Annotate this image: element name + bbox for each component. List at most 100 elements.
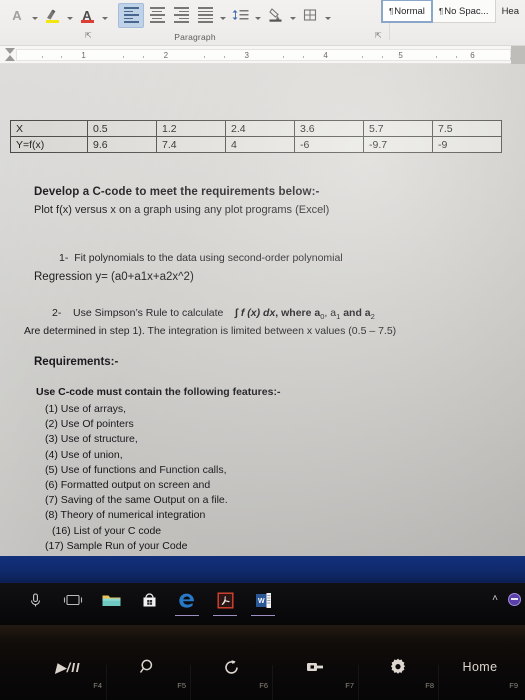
data-table[interactable]: X 0.5 1.2 2.4 3.6 5.7 7.5 Y=f(x) 9.6 7.4… [10,120,502,153]
align-left-icon[interactable] [118,2,144,28]
search-icon [139,658,158,677]
pilcrow-icon: ¶ [388,6,394,16]
microsoft-store-icon[interactable] [136,588,162,612]
refresh-icon [222,658,241,677]
requirements-heading: Requirements:- [34,356,119,368]
settings-key[interactable]: F8 [358,643,438,691]
windows-taskbar[interactable]: W ˄ [0,583,525,625]
share-icon [304,659,326,675]
left-indent-marker[interactable] [5,48,15,61]
task-view-icon[interactable] [60,588,86,612]
list-item: (7) Saving of the same Output on a file. [45,494,228,507]
key-label: F4 [93,681,102,690]
home-key-label: Home [462,660,498,674]
line-spacing-icon[interactable] [229,3,251,27]
text-effects-icon[interactable]: A [6,3,28,27]
table-row: X 0.5 1.2 2.4 3.6 5.7 7.5 [10,120,502,137]
highlight-chevron-down-icon[interactable] [65,3,74,27]
style-normal[interactable]: ¶ Normal [380,0,433,23]
table-cell: 7.4 [156,136,226,153]
table-cell: 0.5 [87,120,157,137]
word-ribbon-paragraph-group: A A Paragraph ⇱ ⇱ ¶ Normal ¶ No Spac... … [0,0,525,46]
table-cell: 7.5 [432,120,502,137]
shading-icon[interactable] [264,3,286,27]
font-color-swatch [81,20,94,23]
borders-icon[interactable] [299,3,321,27]
desktop-wallpaper [0,556,525,583]
svg-text:W: W [258,598,265,605]
table-cell: 9.6 [87,136,157,153]
microsoft-word-icon[interactable]: W [250,588,276,616]
font-group-dialog-launcher-icon[interactable]: ⇱ [85,31,92,40]
borders-chevron-down-icon[interactable] [323,3,332,27]
justify-chevron-down-icon[interactable] [218,3,227,27]
task-1-marker: 1- [59,252,69,264]
share-key[interactable]: F7 [272,643,358,691]
task-2-marker: 2- [52,307,62,319]
list-item: (2) Use Of pointers [45,418,134,431]
home-key[interactable]: Home F9 [438,643,522,691]
table-cell: -6 [294,136,364,153]
table-cell: 5.7 [363,120,433,137]
pilcrow-icon: ¶ [438,6,444,16]
ruler-number: 3 [244,51,249,60]
adobe-acrobat-icon[interactable] [212,588,238,616]
text-highlight-color-icon[interactable] [41,3,63,27]
align-right-icon[interactable] [170,3,192,27]
key-label: F7 [345,681,354,690]
ruler-number: 4 [323,51,328,60]
task-2-where-a: , where a [275,307,321,319]
cortana-microphone-icon[interactable] [22,588,48,612]
highlight-color-swatch [46,20,59,23]
ruler-number: 5 [398,51,403,60]
paragraph-group-dialog-launcher-icon[interactable]: ⇱ [375,31,382,40]
style-normal-label: Normal [394,5,425,17]
integral-expression: ∫ f (x) dx [235,307,276,319]
gear-icon [388,657,408,677]
search-key[interactable]: F5 [106,643,190,691]
table-cell: 1.2 [156,120,226,137]
document-subtitle: Plot f(x) versus x on a graph using any … [34,204,330,216]
shading-chevron-down-icon[interactable] [288,3,297,27]
key-label: F6 [259,681,268,690]
key-label: F8 [425,681,434,690]
task-1-line-2: Regression y= (a0+a1x+a2x^2) [34,271,194,283]
task-1-line-1: 1- Fit polynomials to the data using sec… [59,252,343,264]
ruler-number: 1 [81,51,86,60]
table-cell: 3.6 [294,120,364,137]
align-center-icon[interactable] [146,3,168,27]
coefficient-subscript-2: 2 [370,312,375,322]
font-color-chevron-down-icon[interactable] [100,3,109,27]
horizontal-ruler[interactable]: 1 2 3 4 5 6 [0,46,525,64]
style-heading-label: Hea [501,5,519,17]
ruler-number: 2 [163,51,169,60]
file-explorer-icon[interactable] [98,588,124,612]
line-spacing-chevron-down-icon[interactable] [253,3,262,27]
refresh-key[interactable]: F6 [190,643,272,691]
microsoft-edge-icon[interactable] [174,588,200,616]
task-2-line-1: 2- Use Simpson’s Rule to calculate ∫ f (… [52,307,375,321]
style-no-spacing[interactable]: ¶ No Spac... [432,0,496,23]
taskbar-items: W [22,587,276,616]
table-cell: 4 [225,136,295,153]
ruler-number: 6 [470,51,475,60]
task-2-line-2: Are determined in step 1). The integrati… [24,325,397,337]
play-pause-key[interactable]: ▶/II F4 [30,643,106,691]
key-label: F5 [177,681,186,690]
list-item: (16) List of your C code [52,524,162,537]
justify-icon[interactable] [194,3,216,27]
document-page[interactable]: X 0.5 1.2 2.4 3.6 5.7 7.5 Y=f(x) 9.6 7.4… [0,64,525,556]
task-1-text: Fit polynomials to the data using second… [74,252,343,264]
notification-icon[interactable] [508,592,521,606]
styles-gallery: ¶ Normal ¶ No Spac... Hea [380,0,525,23]
list-item: (1) Use of arrays, [45,403,127,415]
list-item: (4) Use of union, [45,448,123,461]
show-hidden-icons-chevron-up-icon[interactable]: ˄ [492,594,498,604]
table-cell: -9 [432,136,502,153]
font-color-icon[interactable]: A [76,3,98,27]
text-effects-chevron-down-icon[interactable] [30,3,39,27]
system-tray: ˄ [492,588,521,610]
style-heading[interactable]: Hea [496,0,525,23]
features-heading: Use C-code must contain the following fe… [36,386,281,398]
list-item: (8) Theory of numerical integration [45,509,206,522]
